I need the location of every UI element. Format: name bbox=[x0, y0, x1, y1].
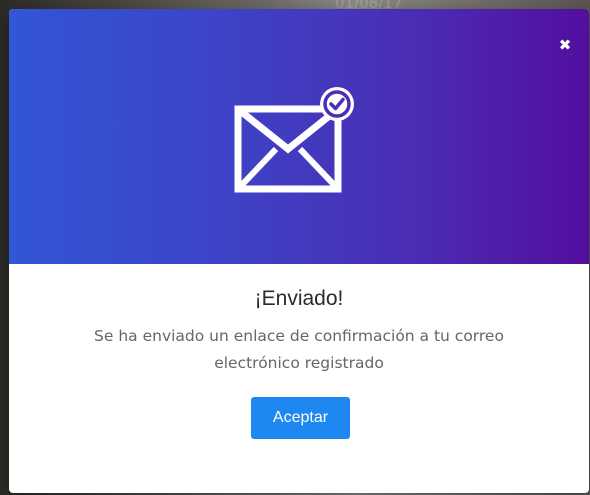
accept-button[interactable]: Aceptar bbox=[251, 397, 350, 439]
envelope-check-icon bbox=[234, 87, 354, 193]
confirmation-modal: ✖ ¡Enviado! Se ha enviado un enlace de c… bbox=[9, 9, 589, 493]
close-button[interactable]: ✖ bbox=[556, 36, 574, 54]
modal-header: ✖ bbox=[9, 9, 589, 264]
modal-message: Se ha enviado un enlace de confirmación … bbox=[94, 327, 504, 372]
modal-title: ¡Enviado! bbox=[254, 287, 344, 310]
